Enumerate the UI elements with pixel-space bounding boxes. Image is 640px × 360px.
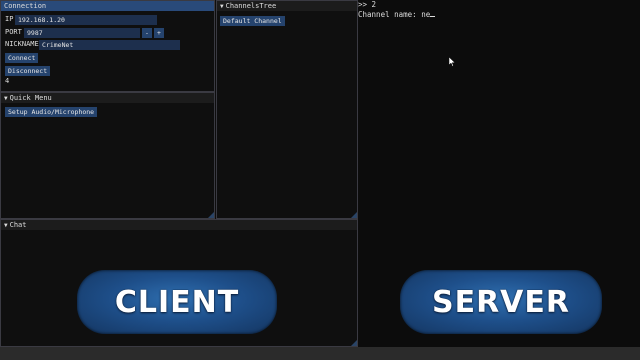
nickname-label: NICKNAME — [5, 40, 39, 48]
chat-title: Chat — [9, 221, 27, 229]
server-badge-text: SERVER — [431, 284, 570, 320]
port-increment-button[interactable]: + — [154, 28, 164, 38]
connection-title: Connection — [4, 2, 47, 10]
setup-audio-button[interactable]: Setup Audio/Microphone — [5, 107, 98, 117]
channels-tree-title: ChannelsTree — [225, 2, 277, 10]
client-badge: CLIENT — [77, 270, 277, 334]
quick-menu-window: ▼ Quick Menu Setup Audio/Microphone — [0, 92, 215, 219]
status-value: 4 — [5, 77, 10, 85]
client-badge-text: CLIENT — [114, 284, 240, 320]
ip-input[interactable]: 192.168.1.20 — [15, 15, 157, 25]
nickname-input[interactable]: CrimeNet — [39, 40, 180, 50]
port-decrement-button[interactable]: - — [142, 28, 152, 38]
channels-tree-window: ▼ ChannelsTree Default Channel — [216, 0, 358, 219]
collapse-triangle-icon[interactable]: ▼ — [4, 222, 8, 229]
ip-label: IP — [5, 15, 14, 23]
default-channel-item[interactable]: Default Channel — [220, 16, 285, 26]
quick-menu-titlebar[interactable]: ▼ Quick Menu — [1, 93, 214, 103]
connection-window: Connection IP 192.168.1.20 PORT 9987 - +… — [0, 0, 215, 92]
disconnect-button[interactable]: Disconnect — [5, 66, 51, 76]
port-input[interactable]: 9987 — [24, 28, 140, 38]
text-caret-icon — [430, 16, 436, 17]
connect-button[interactable]: Connect — [5, 53, 39, 63]
resize-grip-icon[interactable] — [351, 212, 357, 218]
collapse-triangle-icon[interactable]: ▼ — [220, 3, 224, 10]
channels-tree-titlebar[interactable]: ▼ ChannelsTree — [217, 1, 357, 11]
resize-grip-icon[interactable] — [351, 340, 357, 346]
quick-menu-title: Quick Menu — [9, 94, 52, 102]
server-badge: SERVER — [400, 270, 602, 334]
mouse-cursor-icon — [449, 57, 456, 67]
connection-titlebar[interactable]: Connection — [1, 1, 214, 11]
resize-grip-icon[interactable] — [208, 212, 214, 218]
console-line: >> 2 — [358, 0, 377, 9]
console-input-text: Channel name: ne — [358, 10, 431, 19]
bottom-bar — [0, 347, 640, 360]
chat-titlebar[interactable]: ▼ Chat — [1, 220, 357, 230]
port-label: PORT — [5, 28, 22, 36]
console-input-line[interactable]: Channel name: ne — [358, 10, 436, 20]
collapse-triangle-icon[interactable]: ▼ — [4, 95, 8, 102]
